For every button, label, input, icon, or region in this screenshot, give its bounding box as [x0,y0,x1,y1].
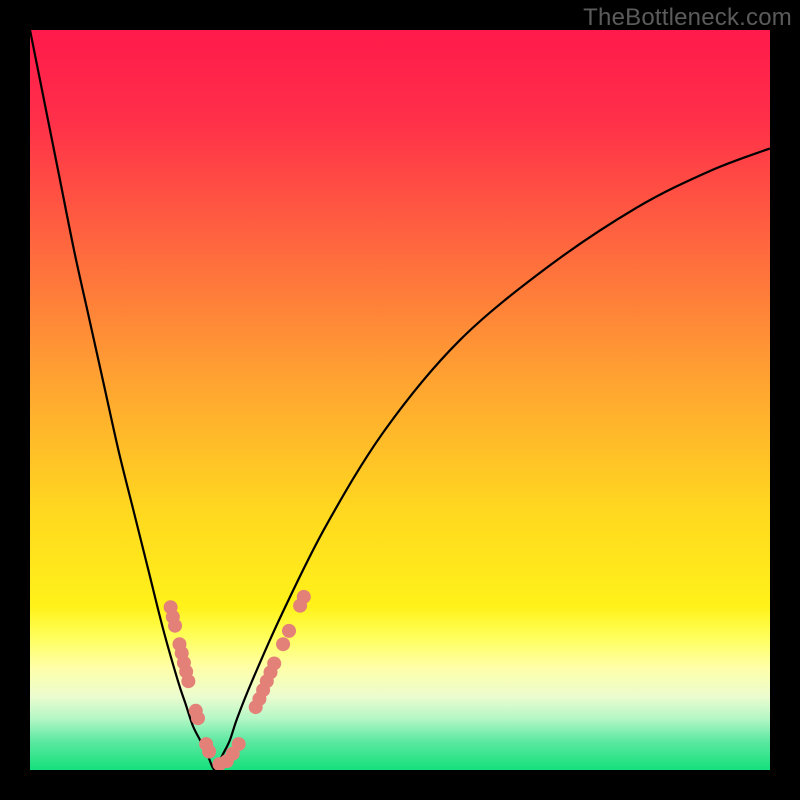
data-marker [181,674,195,688]
data-marker [232,737,246,751]
data-marker [202,745,216,759]
data-marker [282,624,296,638]
chart-frame: TheBottleneck.com [0,0,800,800]
curve-layer [30,30,770,770]
plot-area [30,30,770,770]
data-marker [297,590,311,604]
bottleneck-curve [30,30,770,770]
marker-group [164,590,311,770]
data-marker [267,656,281,670]
data-marker [276,637,290,651]
watermark-text: TheBottleneck.com [583,4,792,32]
data-marker [191,711,205,725]
data-marker [168,619,182,633]
